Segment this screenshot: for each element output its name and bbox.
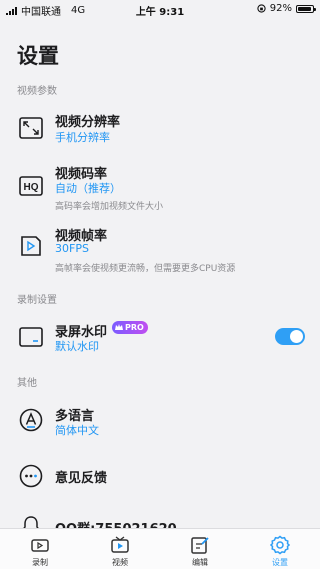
pro-badge: PRO — [112, 321, 148, 334]
setting-value: 30FPS — [55, 242, 89, 255]
camera-icon — [30, 535, 50, 555]
tab-settings[interactable]: 设置 — [240, 529, 320, 569]
tab-video[interactable]: 视频 — [80, 529, 160, 569]
setting-title: 意见反馈 — [55, 471, 108, 486]
tab-label: 编辑 — [192, 558, 208, 567]
setting-qq-group[interactable]: QQ群:755021620 — [0, 512, 320, 528]
hq-icon: HQ — [18, 173, 44, 199]
video-icon — [110, 535, 130, 555]
setting-value: 简体中文 — [55, 424, 99, 437]
setting-description: 高帧率会使视频更流畅，但需要更多CPU资源 — [55, 264, 236, 274]
screen-icon — [18, 324, 44, 350]
setting-language[interactable]: 多语言 简体中文 — [0, 402, 320, 442]
tab-label: 设置 — [272, 558, 288, 567]
edit-icon — [190, 535, 210, 555]
setting-title: 视频分辨率 — [55, 115, 121, 130]
setting-description: 高码率会增加视频文件大小 — [55, 202, 164, 212]
status-bar: 中国联通 4G 上午 9:31 92% — [0, 0, 320, 18]
pro-badge-label: PRO — [125, 323, 144, 332]
section-header-video: 视频参数 — [17, 86, 57, 97]
resize-icon — [18, 115, 44, 141]
status-right: 92% — [257, 3, 316, 14]
language-icon — [18, 407, 44, 433]
section-header-recording: 录制设置 — [17, 295, 57, 306]
battery-fill — [298, 6, 311, 11]
page-title: 设置 — [17, 44, 59, 68]
section-header-other: 其他 — [17, 378, 37, 389]
play-icon — [18, 233, 44, 259]
setting-feedback[interactable]: 意见反馈 — [0, 458, 320, 494]
tab-edit[interactable]: 编辑 — [160, 529, 240, 569]
gear-icon — [269, 535, 291, 555]
setting-video-framerate[interactable]: 视频帧率 30FPS 高帧率会使视频更流畅，但需要更多CPU资源 — [0, 222, 320, 278]
watermark-toggle[interactable] — [275, 328, 305, 345]
setting-video-bitrate[interactable]: HQ 视频码率 自动（推荐） 高码率会增加视频文件大小 — [0, 160, 320, 216]
battery-icon — [296, 4, 316, 13]
crown-icon — [115, 324, 123, 330]
tab-bar: 录制 视频 编辑 设置 — [0, 528, 320, 569]
orientation-lock-icon — [257, 4, 266, 13]
chat-icon — [18, 463, 44, 489]
svg-text:HQ: HQ — [24, 182, 39, 193]
qq-icon — [18, 515, 44, 528]
setting-value: 手机分辨率 — [55, 131, 110, 144]
battery-percent: 92% — [269, 3, 292, 14]
setting-watermark[interactable]: 录屏水印 PRO 默认水印 — [0, 318, 320, 358]
setting-video-resolution[interactable]: 视频分辨率 手机分辨率 — [0, 108, 320, 152]
toggle-knob — [290, 330, 303, 343]
tab-label: 录制 — [32, 558, 48, 567]
setting-title: QQ群:755021620 — [55, 518, 177, 528]
setting-value: 自动（推荐） — [55, 182, 121, 195]
tab-record[interactable]: 录制 — [0, 529, 80, 569]
tab-label: 视频 — [112, 558, 128, 567]
setting-value: 默认水印 — [55, 340, 99, 353]
